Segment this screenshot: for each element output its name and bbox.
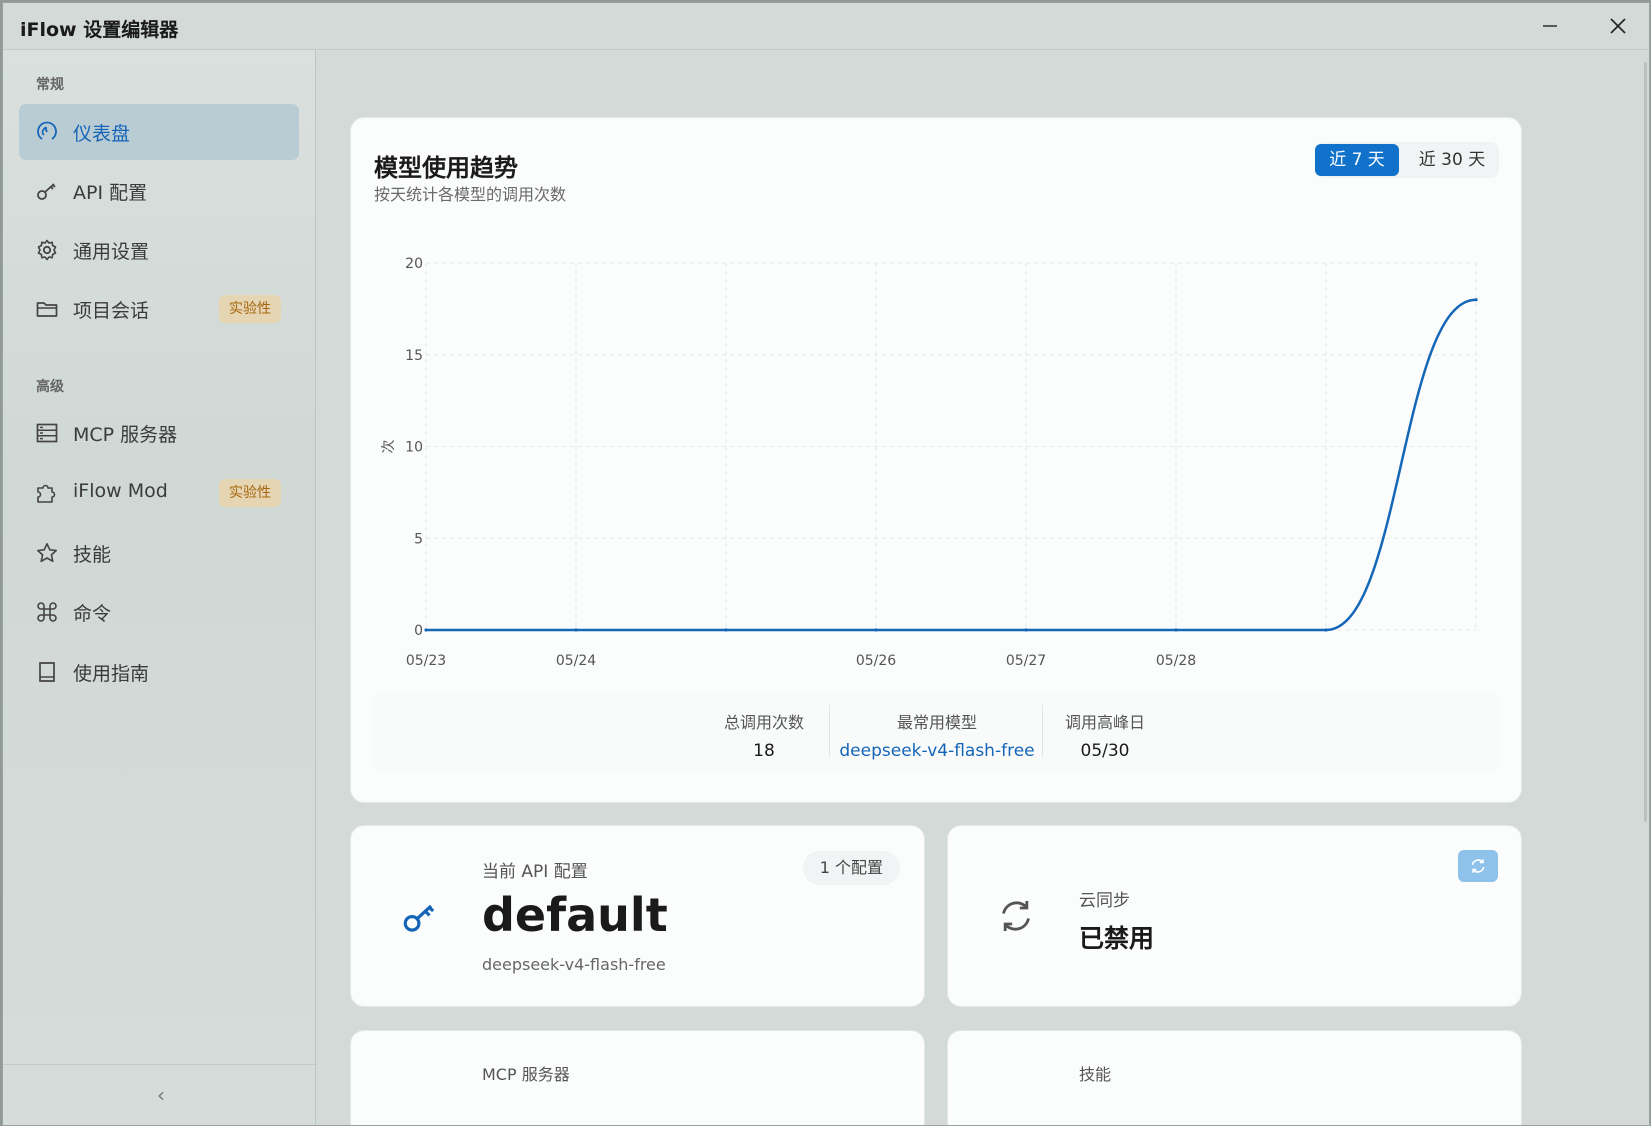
sync-icon <box>1002 901 1030 931</box>
card-title: 模型使用趋势 <box>374 154 518 182</box>
range-30-days-button[interactable]: 近 30 天 <box>1405 144 1499 176</box>
cloud-sync-card[interactable]: 云同步 已禁用 <box>947 825 1522 1007</box>
main-content: 模型使用趋势 按天统计各模型的调用次数 近 7 天 近 30 天 0 5 10 15 2… <box>316 49 1649 1125</box>
stat-total-calls: 总调用次数 18 <box>704 709 824 761</box>
usage-line-chart: 0 5 10 15 20 05/23 05/24 05/26 05/27 05/28 次 <box>381 256 1478 669</box>
book-icon <box>39 662 55 682</box>
gear-icon <box>37 239 57 261</box>
y-tick-label: 20 <box>405 256 423 272</box>
stats-row: 总调用次数 18 最常用模型 deepseek-v4-flash-free 调用… <box>374 691 1498 773</box>
sidebar-item-api-config[interactable]: API 配置 <box>19 163 299 219</box>
sidebar-item-label: 仪表盘 <box>73 123 131 145</box>
api-config-name: default <box>482 888 668 942</box>
range-toggle: 近 7 天 近 30 天 <box>1315 142 1499 178</box>
card-subtitle: 按天统计各模型的调用次数 <box>374 185 567 204</box>
data-point <box>1174 628 1178 632</box>
top-model-link[interactable]: deepseek-v4-flash-free <box>839 741 1035 761</box>
data-point <box>1024 628 1028 632</box>
config-count-pill: 1 个配置 <box>802 851 900 885</box>
key-icon <box>403 904 435 932</box>
cloud-sync-label: 云同步 <box>1079 891 1130 911</box>
star-icon <box>37 543 57 563</box>
x-tick-label: 05/26 <box>856 653 896 669</box>
dashboard-icon <box>37 121 57 140</box>
sidebar-item-label: iFlow Mod <box>73 480 168 502</box>
usage-trend-card: 模型使用趋势 按天统计各模型的调用次数 近 7 天 近 30 天 0 5 10 15 2… <box>350 117 1522 803</box>
collapse-sidebar-button[interactable]: ‹ <box>151 1083 171 1107</box>
y-tick-label: 15 <box>405 348 423 364</box>
stat-label: 总调用次数 <box>723 713 804 732</box>
x-tick-label: 05/28 <box>1156 653 1196 669</box>
x-tick-label: 05/23 <box>406 653 446 669</box>
key-icon <box>37 183 56 200</box>
mcp-servers-card[interactable]: MCP 服务器 <box>350 1030 925 1125</box>
minimize-button[interactable] <box>1521 7 1579 45</box>
y-tick-label: 5 <box>414 531 423 547</box>
x-tick-label: 05/24 <box>556 653 596 669</box>
x-tick-label: 05/27 <box>1006 653 1046 669</box>
data-point <box>1474 298 1478 302</box>
section-label-general: 常规 <box>36 77 64 93</box>
sidebar-item-label: 项目会话 <box>73 300 150 322</box>
sidebar-item-commands[interactable]: 命令 <box>19 584 299 640</box>
refresh-sync-button[interactable] <box>1458 850 1498 882</box>
data-point <box>724 628 728 632</box>
sidebar-item-iflow-mod[interactable]: iFlow Mod 实验性 <box>19 465 299 521</box>
sidebar-item-label: 命令 <box>73 603 112 625</box>
app-window: iFlow 设置编辑器 常规 仪表盘 API 配置 通用设置 项目会话 实验性 … <box>2 2 1650 1126</box>
api-config-model: deepseek-v4-flash-free <box>482 955 666 974</box>
sidebar-item-label: MCP 服务器 <box>73 424 178 446</box>
command-icon <box>37 602 57 622</box>
section-label-advanced: 高级 <box>36 379 64 395</box>
data-point <box>874 628 878 632</box>
skills-card-label: 技能 <box>1079 1065 1112 1084</box>
stat-value: 05/30 <box>1080 741 1130 761</box>
y-tick-label: 0 <box>414 623 423 639</box>
divider <box>1042 705 1043 757</box>
y-tick-label: 10 <box>405 440 423 456</box>
sidebar-item-label: 使用指南 <box>73 663 150 685</box>
sidebar-item-label: 通用设置 <box>73 241 150 263</box>
stat-value: 18 <box>753 741 775 761</box>
stat-top-model: 最常用模型 deepseek-v4-flash-free <box>839 709 1035 761</box>
sidebar-item-project-sessions[interactable]: 项目会话 实验性 <box>19 281 299 337</box>
experimental-badge: 实验性 <box>219 479 281 507</box>
close-button[interactable] <box>1589 7 1647 45</box>
divider <box>829 705 830 757</box>
sidebar-item-mcp-servers[interactable]: MCP 服务器 <box>19 405 299 461</box>
range-7-days-button[interactable]: 近 7 天 <box>1315 144 1399 176</box>
sidebar-item-label: API 配置 <box>73 182 148 204</box>
sidebar-item-user-guide[interactable]: 使用指南 <box>19 644 299 700</box>
sidebar-item-dashboard[interactable]: 仪表盘 <box>19 104 299 160</box>
close-icon <box>1610 18 1626 34</box>
refresh-icon <box>1471 859 1485 873</box>
skills-card[interactable]: 技能 <box>947 1030 1522 1125</box>
minimize-icon <box>1543 25 1557 27</box>
stat-peak-day: 调用高峰日 05/30 <box>1050 709 1160 761</box>
folder-icon <box>36 302 58 317</box>
experimental-badge: 实验性 <box>219 295 281 323</box>
mcp-card-label: MCP 服务器 <box>482 1065 570 1084</box>
server-icon <box>36 423 58 443</box>
sidebar: 常规 仪表盘 API 配置 通用设置 项目会话 实验性 高级 MCP 服务器 i… <box>3 49 316 1125</box>
sidebar-item-label: 技能 <box>73 544 112 566</box>
api-config-card[interactable]: 当前 API 配置 1 个配置 default deepseek-v4-flas… <box>350 825 925 1007</box>
data-point <box>1324 628 1328 632</box>
window-title: iFlow 设置编辑器 <box>20 19 179 41</box>
scrollbar[interactable] <box>1644 62 1647 822</box>
data-point <box>574 628 578 632</box>
series-line <box>426 298 1477 632</box>
y-axis-label: 次 <box>381 440 397 454</box>
data-point <box>424 628 428 632</box>
stat-label: 最常用模型 <box>896 713 977 732</box>
puzzle-icon <box>37 484 56 503</box>
sidebar-footer: ‹ <box>3 1064 315 1125</box>
stat-label: 调用高峰日 <box>1064 713 1145 732</box>
cloud-sync-status: 已禁用 <box>1079 924 1155 953</box>
api-config-label: 当前 API 配置 <box>482 862 588 882</box>
sidebar-item-general-settings[interactable]: 通用设置 <box>19 222 299 278</box>
sidebar-item-skills[interactable]: 技能 <box>19 525 299 581</box>
title-bar: iFlow 设置编辑器 <box>3 3 1649 48</box>
